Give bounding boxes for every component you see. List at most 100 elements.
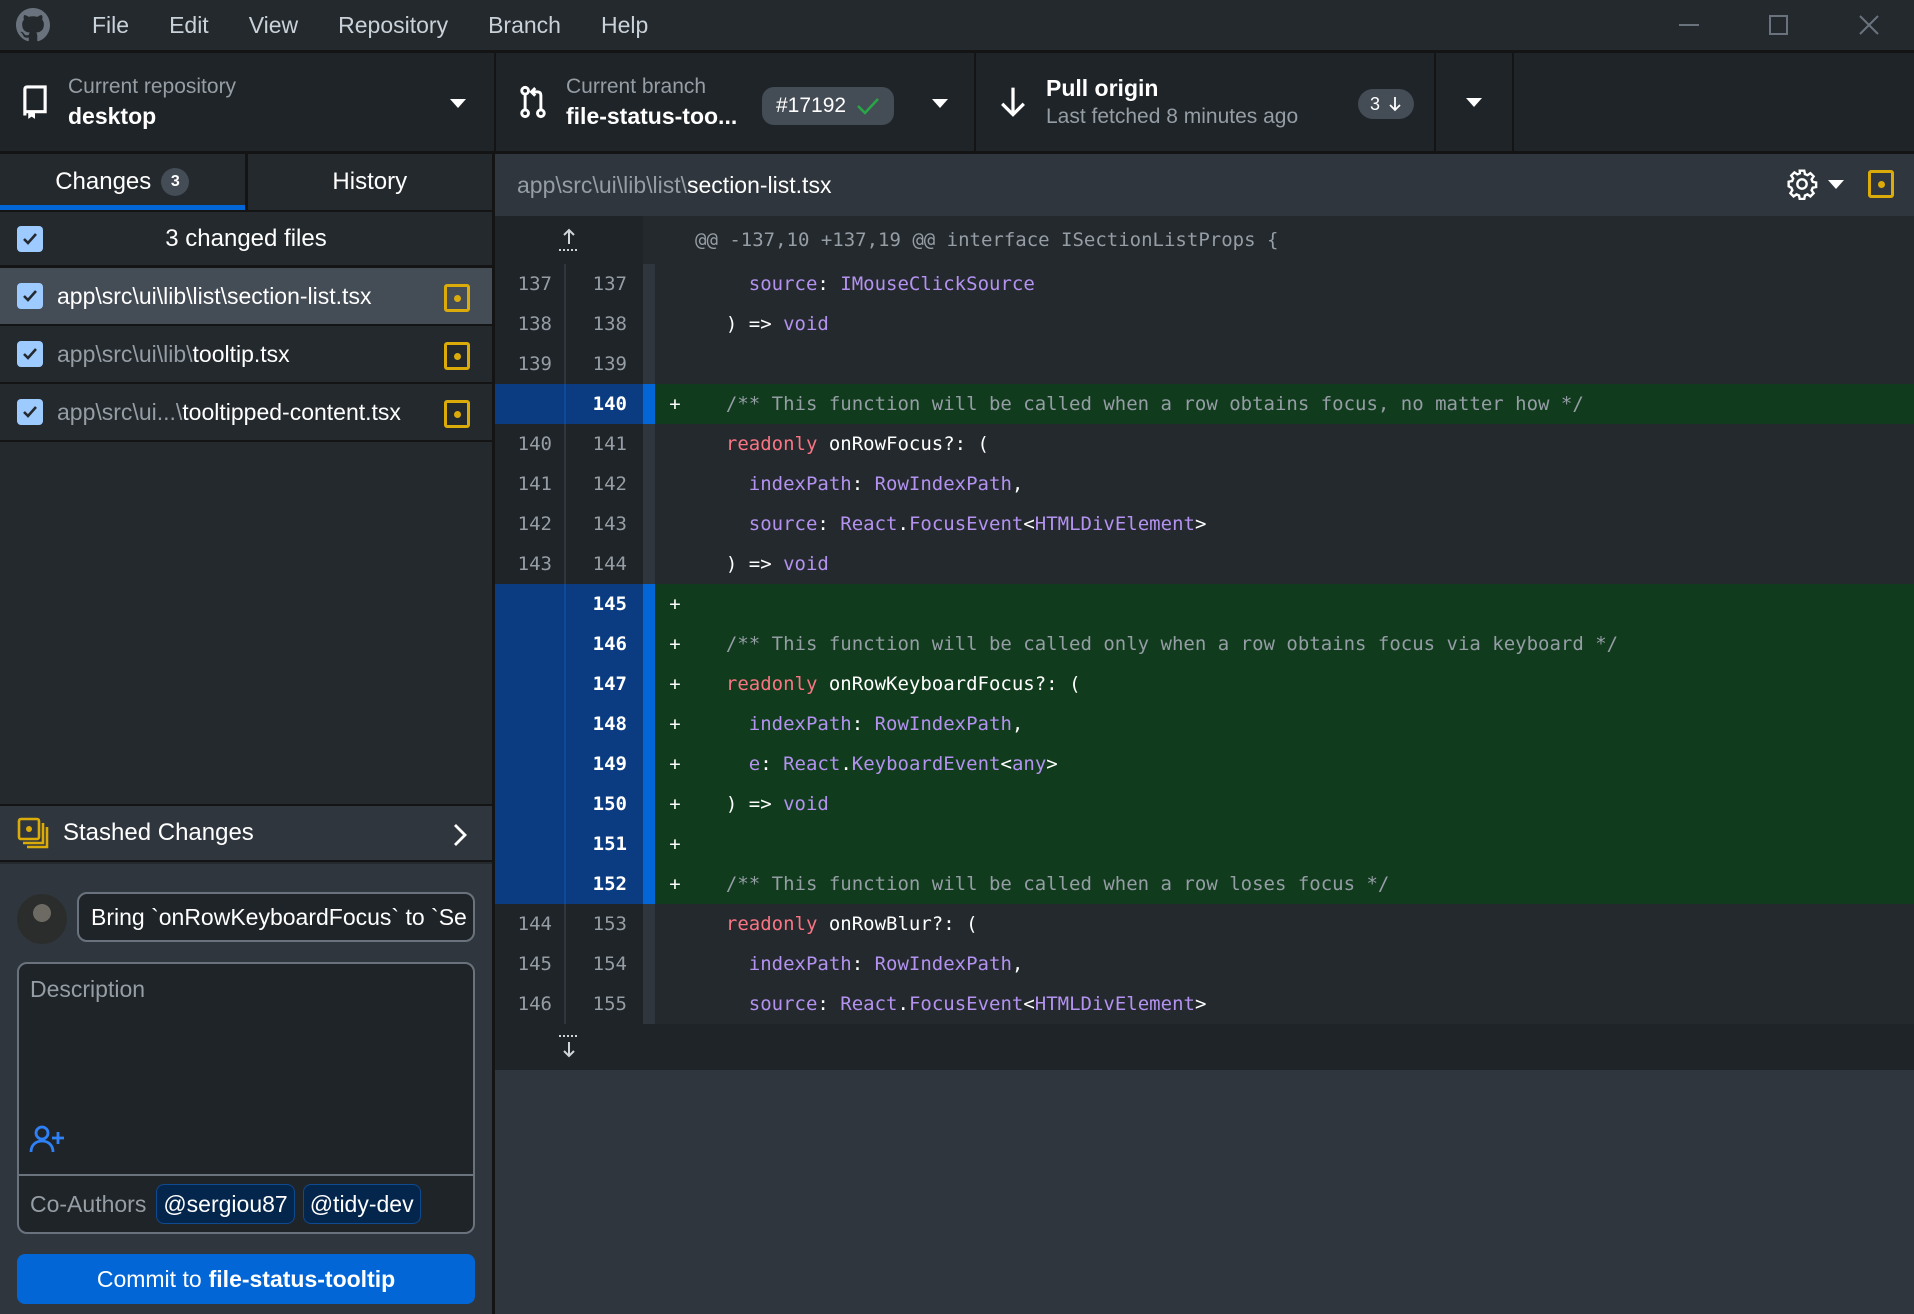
add-coauthor-icon[interactable] [29,1124,67,1154]
menu-view[interactable]: View [229,0,318,50]
line-selection-bar[interactable] [643,304,655,344]
commit-description-input[interactable]: Description Co-Authors @sergiou87 @tidy-… [17,962,475,1234]
line-selection-bar[interactable] [643,944,655,984]
diff-sign [655,424,695,464]
file-dir: app\src\ui...\ [57,398,183,425]
diff-line-added[interactable]: 147 + readonly onRowKeyboardFocus?: ( [495,664,1914,704]
diff-line-added[interactable]: 152 + /** This function will be called wh… [495,864,1914,904]
line-selection-bar[interactable] [643,544,655,584]
diff-file-name: section-list.tsx [687,171,832,198]
diff-line-added[interactable]: 151 + [495,824,1914,864]
diff-line-context[interactable]: 138 138 ) => void [495,304,1914,344]
code-token: /** This function will be called only wh… [703,633,1619,655]
diff-options-dropdown[interactable] [1828,179,1844,189]
line-selection-bar[interactable] [643,384,655,424]
line-selection-bar[interactable] [643,864,655,904]
old-line-number: 137 [495,264,566,304]
diff-lines: 137 137 source: IMouseClickSource 138 138 )… [495,264,1914,1024]
code-token: FocusEvent [908,993,1024,1015]
file-checkbox[interactable] [17,399,43,425]
file-list-item[interactable]: app\src\ui...\tooltipped-content.tsx [0,384,492,442]
code-text: ) => void [695,304,1914,344]
diff-sign: + [655,784,695,824]
file-list-item[interactable]: app\src\ui\lib\list\section-list.tsx [0,268,492,326]
menu-edit[interactable]: Edit [149,0,229,50]
file-checkbox[interactable] [17,283,43,309]
line-selection-bar[interactable] [643,624,655,664]
code-token: indexPath [748,953,852,975]
new-line-number: 138 [566,304,643,344]
old-line-number: 143 [495,544,566,584]
new-line-number: 145 [566,584,643,624]
diff-line-context[interactable]: 137 137 source: IMouseClickSource [495,264,1914,304]
diff-line-context[interactable]: 146 155 source: React.FocusEvent<HTMLDivE… [495,984,1914,1024]
coauthors-field[interactable]: Co-Authors @sergiou87 @tidy-dev [19,1174,473,1232]
diff-line-context[interactable]: 142 143 source: React.FocusEvent<HTMLDivE… [495,504,1914,544]
new-line-number: 151 [566,824,643,864]
line-selection-bar[interactable] [643,424,655,464]
current-branch-button[interactable]: Current branch file-status-too... #17192 [496,53,976,151]
line-selection-bar[interactable] [643,264,655,304]
diff-line-context[interactable]: 144 153 readonly onRowBlur?: ( [495,904,1914,944]
coauthor-chip[interactable]: @sergiou87 [156,1184,295,1224]
line-selection-bar[interactable] [643,664,655,704]
line-selection-bar[interactable] [643,784,655,824]
line-selection-bar[interactable] [643,904,655,944]
diff-line-context[interactable]: 141 142 indexPath: RowIndexPath, [495,464,1914,504]
old-line-number [495,584,566,624]
line-selection-bar[interactable] [643,584,655,624]
diff-line-added[interactable]: 146 + /** This function will be called on… [495,624,1914,664]
commit-summary-input[interactable]: Bring `onRowKeyboardFocus` to `Se [77,892,475,942]
code-token: > [1046,753,1058,775]
line-selection-bar[interactable] [643,824,655,864]
code-text: indexPath: RowIndexPath, [695,464,1914,504]
menu-help[interactable]: Help [581,0,668,50]
current-repository-button[interactable]: Current repository desktop [0,53,496,151]
diff-sign: + [655,584,695,624]
commits-behind-badge: 3 [1357,89,1414,119]
diff-line-added[interactable]: 150 + ) => void [495,784,1914,824]
line-selection-bar[interactable] [643,984,655,1024]
line-selection-bar[interactable] [643,344,655,384]
old-line-number [495,864,566,904]
tab-history[interactable]: History [244,154,492,210]
diff-line-context[interactable]: 140 141 readonly onRowFocus?: ( [495,424,1914,464]
menu-branch[interactable]: Branch [468,0,581,50]
pull-request-badge[interactable]: #17192 [762,87,895,125]
diff-line-context[interactable]: 143 144 ) => void [495,544,1914,584]
commit-button-prefix: Commit to [96,1265,202,1292]
expand-down-icon [559,1035,579,1058]
maximize-button[interactable] [1734,0,1824,50]
diff-line-added[interactable]: 148 + indexPath: RowIndexPath, [495,704,1914,744]
line-selection-bar[interactable] [643,504,655,544]
diff-line-context[interactable]: 145 154 indexPath: RowIndexPath, [495,944,1914,984]
file-list-item[interactable]: app\src\ui\lib\tooltip.tsx [0,326,492,384]
checkmark-icon [23,290,37,302]
line-selection-bar[interactable] [643,464,655,504]
menu-file[interactable]: File [72,0,149,50]
line-selection-bar[interactable] [643,704,655,744]
close-button[interactable] [1824,0,1914,50]
diff-line-context[interactable]: 139 139 [495,344,1914,384]
diff-sign [655,344,695,384]
pull-origin-button[interactable]: Pull origin Last fetched 8 minutes ago 3 [976,53,1436,151]
diff-line-added[interactable]: 149 + e: React.KeyboardEvent<any> [495,744,1914,784]
coauthor-chip[interactable]: @tidy-dev [302,1184,421,1224]
code-token: . [840,753,852,775]
minimize-button[interactable] [1644,0,1734,50]
expand-up-button[interactable] [495,216,643,264]
line-selection-bar[interactable] [643,744,655,784]
stashed-changes-button[interactable]: Stashed Changes [0,804,492,862]
diff-line-added[interactable]: 145 + [495,584,1914,624]
file-checkbox[interactable] [17,341,43,367]
gear-icon[interactable] [1786,168,1818,200]
expand-down-button[interactable] [495,1024,643,1070]
pull-dropdown-button[interactable] [1436,53,1514,151]
menu-repository[interactable]: Repository [318,0,468,50]
tab-changes[interactable]: Changes 3 [0,154,245,210]
diff-line-added[interactable]: 140 + /** This function will be called wh… [495,384,1914,424]
commit-button[interactable]: Commit to file-status-tooltip [17,1254,475,1304]
